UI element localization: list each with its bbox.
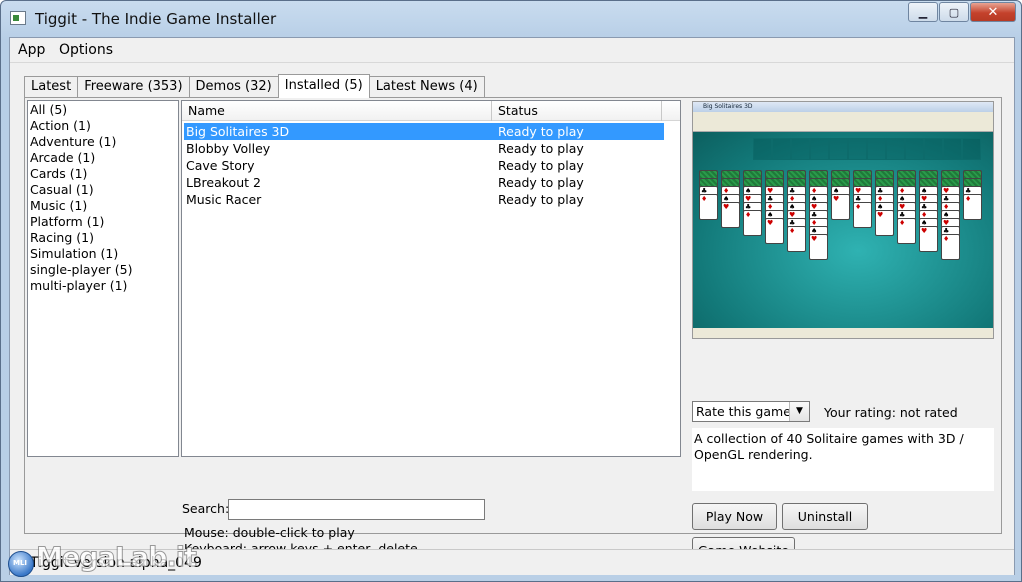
title-bar[interactable]: Tiggit - The Indie Game Installer ▁ ▢ ✕ [1,1,1021,37]
tab-demos[interactable]: Demos (32) [188,76,279,98]
game-row[interactable]: LBreakout 2 Ready to play [182,174,680,191]
search-label: Search: [182,501,230,516]
foundation-slot [924,138,943,160]
playing-card: ♦ [787,226,806,252]
tab-panel: All (5) Action (1) Adventure (1) Arcade … [24,97,1002,564]
playing-card: ♥ [831,194,850,220]
column-header-name[interactable]: Name [182,101,492,121]
tab-latest[interactable]: Latest [24,76,79,98]
game-row[interactable]: Music Racer Ready to play [182,191,680,208]
app-window: Tiggit - The Indie Game Installer ▁ ▢ ✕ … [0,0,1022,582]
foundation-slot [943,138,962,160]
game-status: Ready to play [498,124,584,139]
game-status: Ready to play [498,175,584,190]
category-item[interactable]: Cards (1) [28,166,178,182]
app-icon[interactable] [10,11,26,25]
tab-strip: Latest Freeware (353) Demos (32) Install… [24,74,485,98]
watermark-badge-text: MLI [13,559,28,567]
game-row[interactable]: Blobby Volley Ready to play [182,140,680,157]
watermark-logo: MLI MegaLab.it [4,541,197,581]
game-name: Big Solitaires 3D [186,124,290,139]
menu-bar: App Options [10,38,1014,63]
screenshot-toolbar [693,120,993,132]
playing-card: ♥ [875,210,894,236]
window-title: Tiggit - The Indie Game Installer [35,10,277,28]
your-rating-text: Your rating: not rated [824,405,958,420]
client-area: App Options Latest Freeware (353) Demos … [9,37,1015,575]
foundation-slot [791,138,810,160]
play-now-button[interactable]: Play Now [692,503,777,530]
game-status: Ready to play [498,158,584,173]
game-name: LBreakout 2 [186,175,261,190]
category-item[interactable]: Platform (1) [28,214,178,230]
caption-buttons: ▁ ▢ ✕ [907,2,1016,22]
minimize-button[interactable]: ▁ [908,2,938,22]
game-row[interactable]: Cave Story Ready to play [182,157,680,174]
column-header-status[interactable]: Status [492,101,662,121]
foundation-slot [962,138,981,160]
mouse-hint: Mouse: double-click to play [184,525,355,540]
category-item[interactable]: Music (1) [28,198,178,214]
close-button[interactable]: ✕ [970,2,1016,22]
foundation-slot [867,138,886,160]
search-input[interactable] [228,499,485,520]
menu-app[interactable]: App [18,42,45,58]
game-list-header: Name Status [182,101,680,121]
playing-card: ♦ [853,202,872,228]
category-item[interactable]: Adventure (1) [28,134,178,150]
category-list[interactable]: All (5) Action (1) Adventure (1) Arcade … [27,100,179,457]
category-item[interactable]: single-player (5) [28,262,178,278]
game-list[interactable]: Name Status Big Solitaires 3D Ready to p… [181,100,681,457]
tab-installed[interactable]: Installed (5) [277,74,370,98]
playing-card: ♦ [743,210,762,236]
game-row-selected[interactable]: Big Solitaires 3D Ready to play [184,123,664,140]
category-item[interactable]: Racing (1) [28,230,178,246]
rate-game-value: Rate this game [696,404,791,419]
category-item[interactable]: Arcade (1) [28,150,178,166]
dropdown-arrow-icon[interactable]: ▼ [789,402,809,421]
foundation-slot [905,138,924,160]
playing-card: ♦ [699,194,718,220]
foundation-slot [810,138,829,160]
category-item[interactable]: Simulation (1) [28,246,178,262]
game-description: A collection of 40 Solitaire games with … [692,428,994,491]
playing-card: ♥ [809,234,828,260]
playing-card: ♥ [765,218,784,244]
game-status: Ready to play [498,141,584,156]
foundation-slot [886,138,905,160]
game-screenshot: Big Solitaires 3D ♣ ♦ ♦ ♠ ♥ ♠ ♥ ♣ ♦ ♥ ♣ ♦ ♠ ♥ ♣ ♦ ♠ ♥ ♣ ♦ ♦ ♠… [692,101,994,339]
tab-latest-news[interactable]: Latest News (4) [368,76,485,98]
screenshot-window-title: Big Solitaires 3D [693,102,993,112]
foundation-slot [848,138,867,160]
category-item[interactable]: Casual (1) [28,182,178,198]
screenshot-menu [693,112,993,120]
rate-game-dropdown[interactable]: Rate this game ▼ [692,401,810,422]
game-name: Music Racer [186,192,262,207]
uninstall-button[interactable]: Uninstall [782,503,868,530]
watermark-text: MegaLab.it [36,542,198,574]
playing-card: ♦ [941,234,960,260]
game-status: Ready to play [498,192,584,207]
playing-card: ♦ [963,194,982,220]
playing-card: ♥ [919,226,938,252]
watermark-badge-icon: MLI [8,551,34,577]
category-item[interactable]: Action (1) [28,118,178,134]
foundation-slot [753,138,772,160]
tab-freeware[interactable]: Freeware (353) [77,76,190,98]
playing-card: ♦ [897,218,916,244]
playing-card: ♥ [721,202,740,228]
game-name: Cave Story [186,158,255,173]
screenshot-statusbar [693,328,993,338]
game-list-rows: Big Solitaires 3D Ready to play Blobby V… [182,123,680,208]
category-item[interactable]: All (5) [28,102,178,118]
maximize-button[interactable]: ▢ [939,2,969,22]
game-name: Blobby Volley [186,141,271,156]
foundation-slot [829,138,848,160]
foundation-slot [772,138,791,160]
menu-options[interactable]: Options [59,42,113,58]
category-item[interactable]: multi-player (1) [28,278,178,294]
screenshot-card-table: ♣ ♦ ♦ ♠ ♥ ♠ ♥ ♣ ♦ ♥ ♣ ♦ ♠ ♥ ♣ ♦ ♠ ♥ ♣ ♦ ♦ ♠ ♥ ♣ ♦ ♠ ♥ ♠ ♥ ♥ ♣ ♦ ♣ ♦ ♠ ♥ ♦ ♠ ♥ ♣… [693,132,993,330]
